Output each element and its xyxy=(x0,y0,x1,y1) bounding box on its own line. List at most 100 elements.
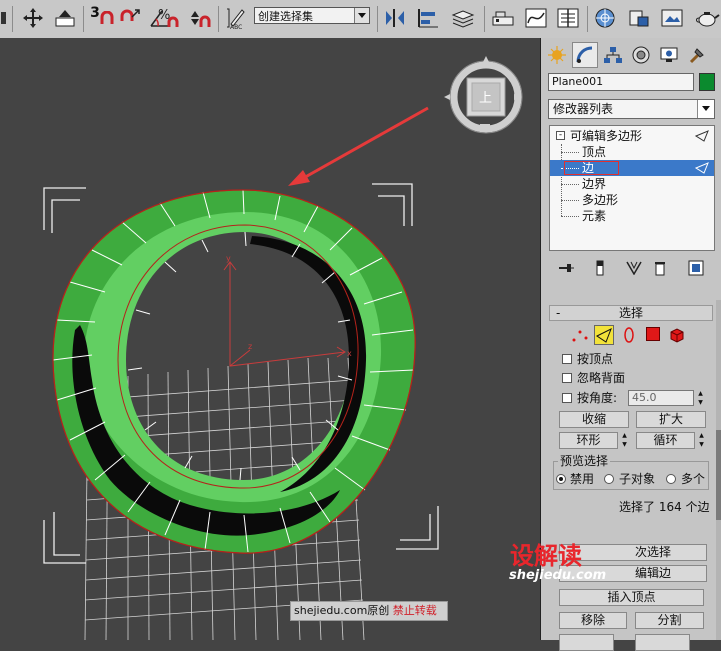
angle-spinner[interactable]: ▲ ▼ xyxy=(696,390,705,407)
preview-selection-title: 预览选择 xyxy=(558,454,611,468)
preview-multi-radio[interactable] xyxy=(666,474,676,484)
svg-text:z: z xyxy=(248,342,252,351)
stack-item-label: 边界 xyxy=(582,177,607,191)
rollout-header-selection[interactable]: - 选择 xyxy=(549,305,713,321)
layer-manager-button[interactable] xyxy=(448,4,478,32)
grow-button[interactable]: 扩大 xyxy=(636,411,706,428)
polygon-level-icon[interactable] xyxy=(646,327,660,341)
stack-item-edge[interactable]: 边 xyxy=(550,160,714,176)
copyright-strip: shejiedu.com原创 禁止转载 xyxy=(290,601,448,621)
expand-minus-icon[interactable]: - xyxy=(556,131,565,140)
main-toolbar: 3 % ABC 创建选择集 xyxy=(0,0,721,39)
edge-subobject-icon xyxy=(695,130,709,142)
domain-watermark: shejiedu.com xyxy=(509,568,607,583)
by-angle-label: 按角度: xyxy=(577,391,618,405)
make-unique-icon[interactable] xyxy=(624,258,644,278)
insert-vertex-button[interactable]: 插入顶点 xyxy=(559,589,704,606)
selection-status: 选择了 164 个边 xyxy=(619,500,710,514)
ring-mesh xyxy=(52,189,416,554)
selection-rollout: - 选择 按顶点 忽略背面 按角度: 45.0 ▲ ▼ 收缩 扩大 环形 ▲ ▼ 循… xyxy=(549,300,715,651)
object-name-field[interactable]: Plane001 xyxy=(548,73,694,91)
modifier-stack: - 可编辑多边形 顶点 边 边界 多边形 元素 xyxy=(549,125,715,251)
select-move-button[interactable] xyxy=(20,4,46,32)
pin-stack-icon[interactable] xyxy=(556,258,576,278)
svg-text:x: x xyxy=(347,349,352,358)
stack-item-polygon[interactable]: 多边形 xyxy=(550,192,714,208)
tab-utilities[interactable] xyxy=(684,42,710,68)
by-angle-checkbox[interactable] xyxy=(562,393,572,403)
spinner-snap-icon[interactable] xyxy=(186,4,212,32)
snap-value: 3 xyxy=(90,5,100,21)
chevron-down-icon xyxy=(354,8,369,23)
by-vertex-checkbox[interactable] xyxy=(562,354,572,364)
stack-item-label: 元素 xyxy=(582,209,607,223)
viewport-scene[interactable]: y z x xyxy=(0,38,541,640)
split-button[interactable]: 分割 xyxy=(635,612,704,629)
remove-button[interactable]: 移除 xyxy=(559,612,627,629)
shrink-button[interactable]: 收缩 xyxy=(559,411,629,428)
stack-item-border[interactable]: 边界 xyxy=(550,176,714,192)
partial-button-left[interactable] xyxy=(559,634,614,651)
brand-watermark: 设解读 xyxy=(510,542,582,570)
toolbar-clip-left-icon[interactable] xyxy=(0,4,10,32)
copyright-warning: 禁止转载 xyxy=(392,604,437,617)
ignore-backfacing-checkbox[interactable] xyxy=(562,373,572,383)
preview-subobject-label: 子对象 xyxy=(619,472,656,486)
vertex-level-icon[interactable] xyxy=(571,326,589,344)
snap-toggle-button[interactable]: 3 xyxy=(88,4,116,32)
preview-subobject-radio[interactable] xyxy=(604,474,614,484)
highlight-box xyxy=(564,161,619,175)
modifier-list-label: 修改器列表 xyxy=(553,102,614,116)
rollout-collapse: - xyxy=(556,306,561,320)
percent-snap-icon[interactable]: % xyxy=(155,4,181,32)
edge-level-icon[interactable] xyxy=(594,325,614,345)
loop-spinner[interactable]: ▲ ▼ xyxy=(697,432,706,449)
named-selection-set-dropdown[interactable]: 创建选择集 xyxy=(254,7,370,24)
loop-button[interactable]: 循环 xyxy=(636,432,695,449)
panel-scrollbar-thumb[interactable] xyxy=(716,430,721,520)
render-frame-button[interactable] xyxy=(658,4,686,32)
select-place-button[interactable] xyxy=(52,4,78,32)
border-level-icon[interactable] xyxy=(620,326,638,344)
angle-snap-button[interactable] xyxy=(118,4,142,32)
align-button[interactable] xyxy=(414,4,442,32)
edit-named-selection-icon[interactable]: ABC xyxy=(223,4,249,32)
curve-editor-button[interactable] xyxy=(522,4,550,32)
stack-root-editable-poly[interactable]: - 可编辑多边形 xyxy=(550,128,714,144)
preview-multi-label: 多个 xyxy=(681,472,706,486)
show-end-result-icon[interactable] xyxy=(590,258,610,278)
stack-item-element[interactable]: 元素 xyxy=(550,208,714,224)
ring-spinner[interactable]: ▲ ▼ xyxy=(620,432,629,449)
stack-root-label: 可编辑多边形 xyxy=(570,129,643,143)
schematic-view-button[interactable] xyxy=(554,4,582,32)
stack-item-label: 顶点 xyxy=(582,145,607,159)
material-editor-button[interactable] xyxy=(591,4,619,32)
stack-item-vertex[interactable]: 顶点 xyxy=(550,144,714,160)
remove-modifier-icon[interactable] xyxy=(650,258,670,278)
viewcube-top-label[interactable]: 上 xyxy=(479,87,492,106)
rollout-title: 选择 xyxy=(618,306,643,320)
soft-selection-label: 次选择 xyxy=(634,545,671,559)
graphite-ribbon-button[interactable] xyxy=(489,4,517,32)
ring-button[interactable]: 环形 xyxy=(559,432,618,449)
mirror-button[interactable] xyxy=(381,4,409,32)
tab-create[interactable] xyxy=(544,42,570,68)
configure-modifier-sets-icon[interactable] xyxy=(686,258,706,278)
tab-display[interactable] xyxy=(656,42,682,68)
annotation-arrow xyxy=(288,106,429,186)
tab-motion[interactable] xyxy=(628,42,654,68)
element-level-icon[interactable] xyxy=(668,326,686,344)
tab-hierarchy[interactable] xyxy=(600,42,626,68)
preview-off-radio[interactable] xyxy=(556,474,566,484)
edge-subobject-icon xyxy=(695,162,709,174)
viewport-top[interactable]: y z x 上 xyxy=(0,38,541,640)
ignore-backfacing-label: 忽略背面 xyxy=(577,371,626,385)
angle-value-field[interactable]: 45.0 xyxy=(628,390,694,406)
partial-button-right[interactable] xyxy=(635,634,690,651)
render-setup-button[interactable] xyxy=(625,4,653,32)
modifier-list-dropdown[interactable]: 修改器列表 xyxy=(548,99,715,119)
render-teapot-button[interactable] xyxy=(692,4,721,32)
copyright-source: shejiedu.com原创 xyxy=(294,604,390,617)
tab-modify[interactable] xyxy=(572,42,598,68)
object-color-swatch[interactable] xyxy=(699,73,715,91)
